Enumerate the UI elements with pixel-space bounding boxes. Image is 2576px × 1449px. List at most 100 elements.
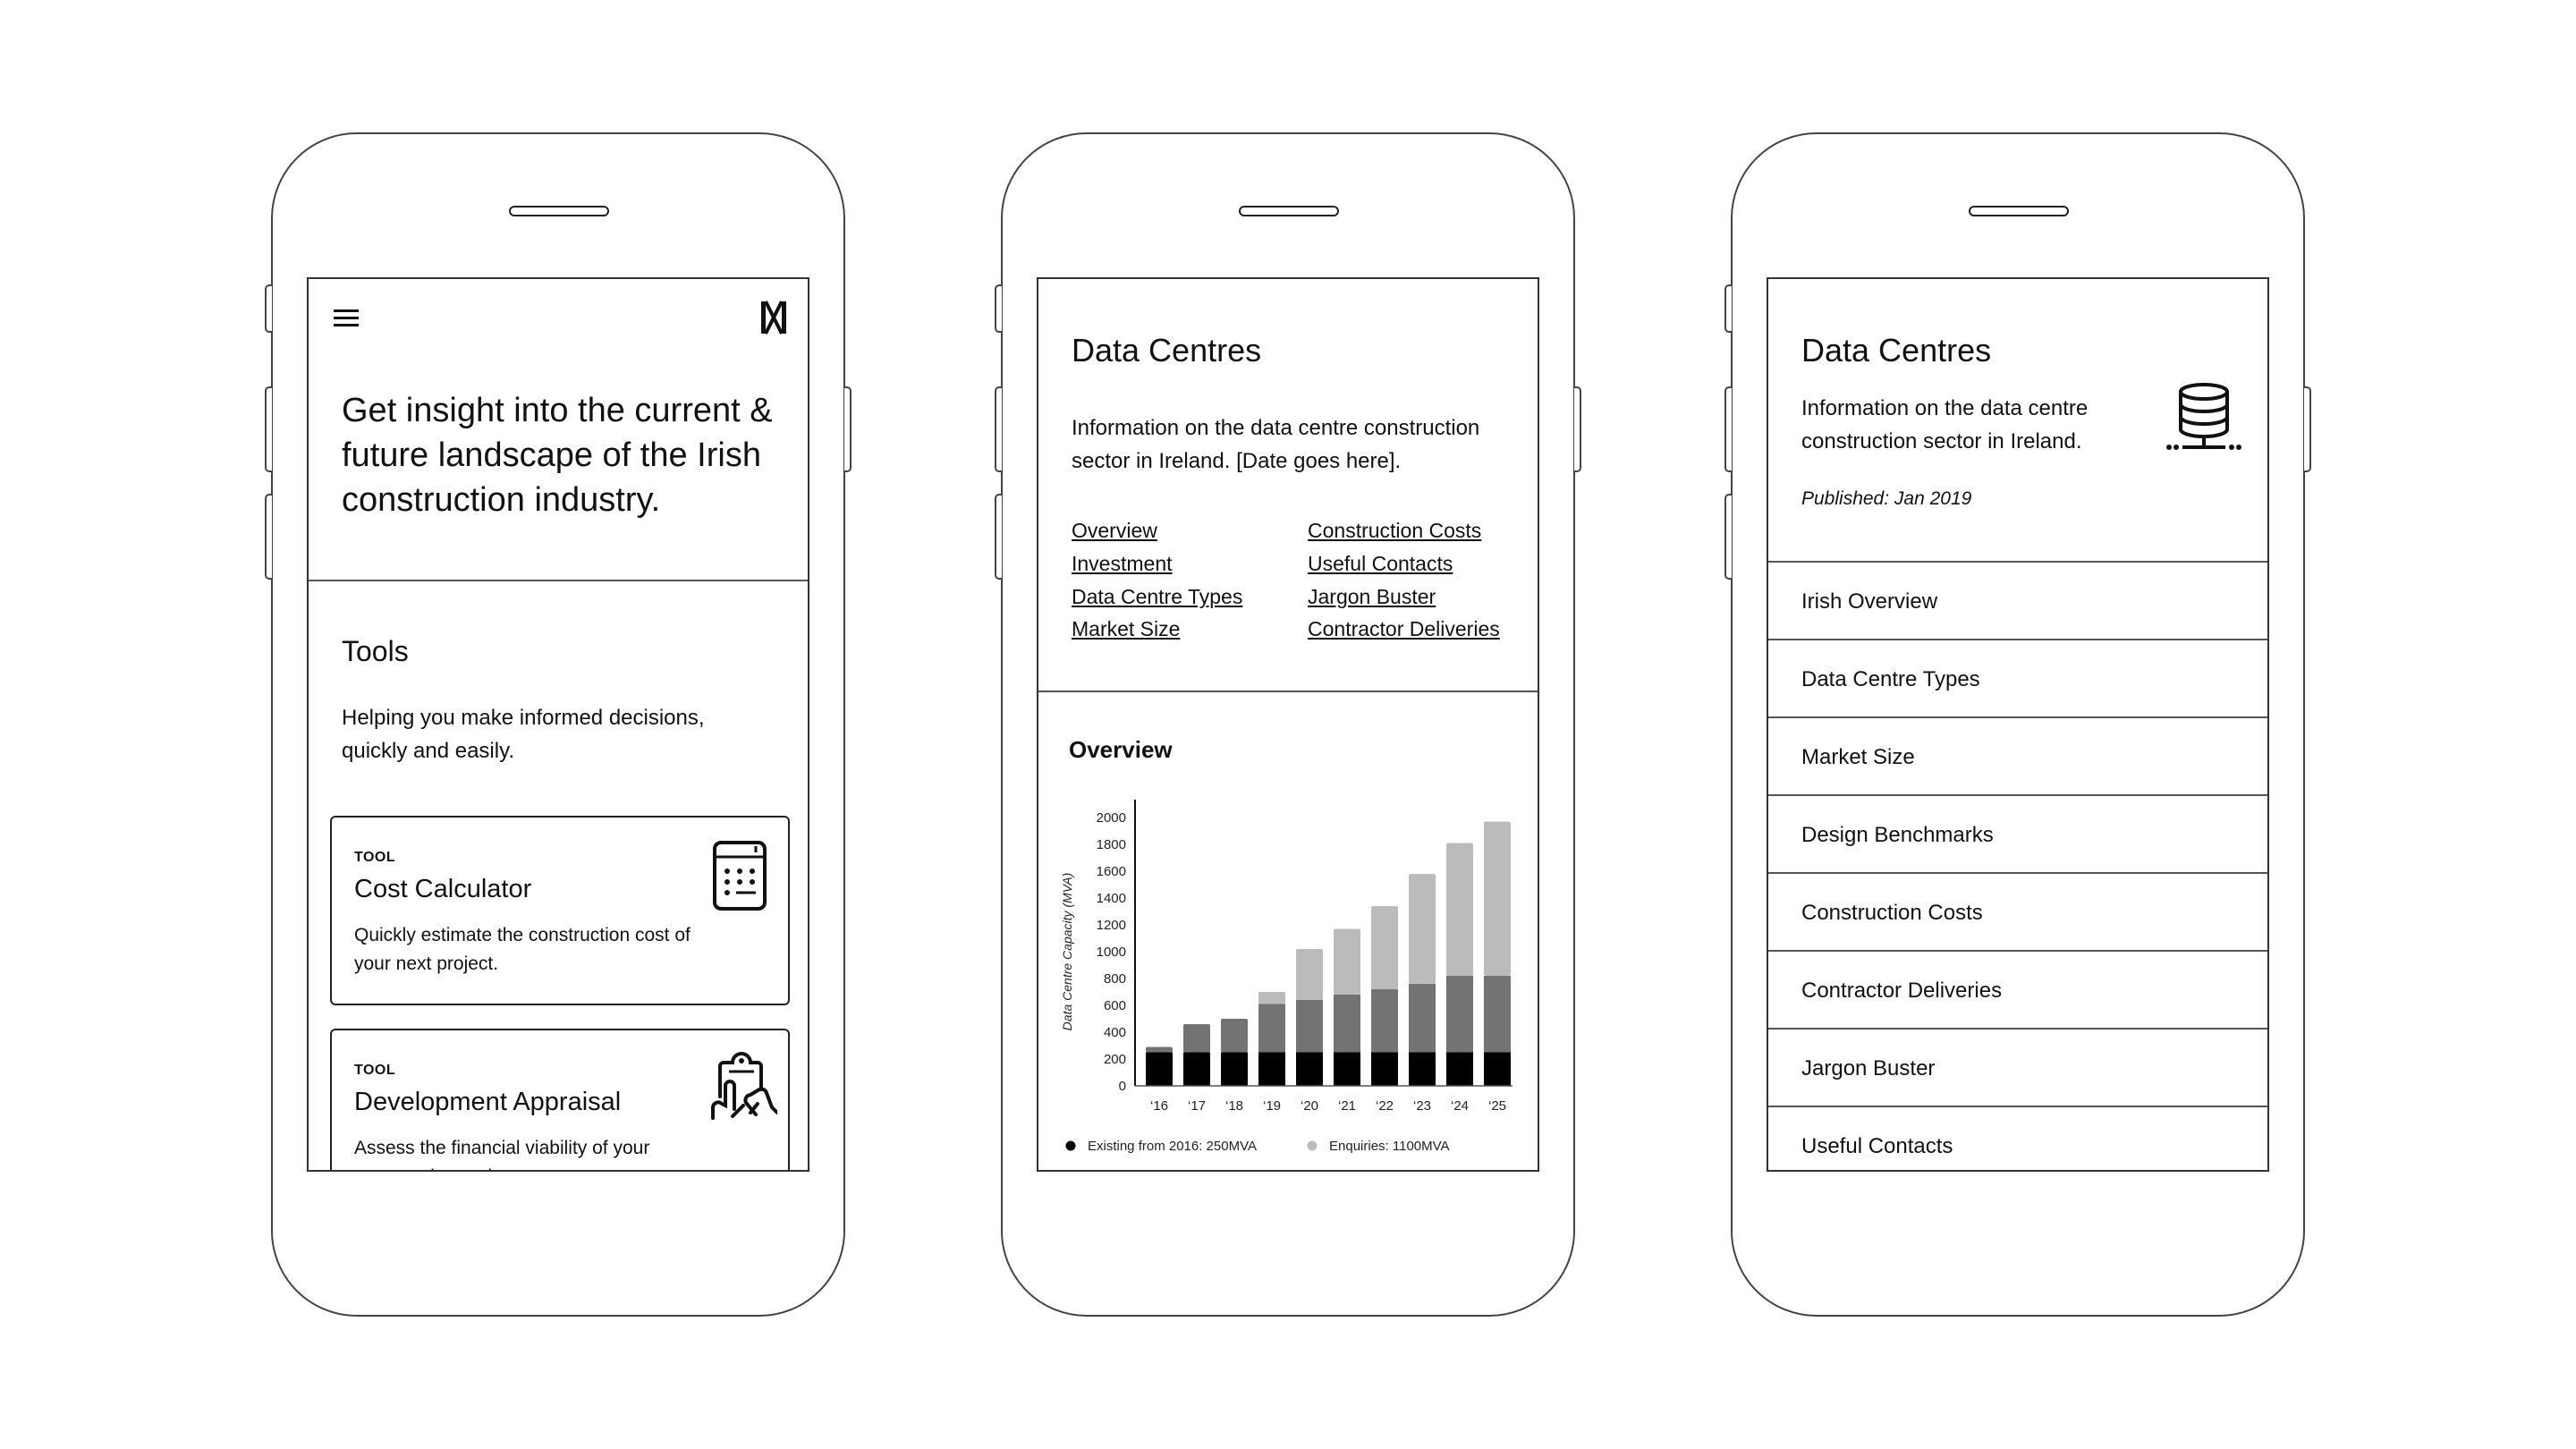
- clipboard-hand-icon: [706, 1050, 779, 1122]
- x-tick-label: ‘20: [1301, 1098, 1318, 1114]
- bar-segment-19-series-0: [1258, 1052, 1285, 1086]
- report-screen: Data Centres Information on the data cen…: [1037, 277, 1539, 1172]
- hamburger-menu-icon[interactable]: [334, 309, 360, 329]
- calculator-icon: [711, 839, 768, 911]
- y-axis-label: Data Centre Capacity (MVA): [1060, 873, 1074, 1031]
- x-tick-label: ‘21: [1338, 1098, 1356, 1114]
- phone-side-button: [844, 386, 852, 472]
- bar-segment-22-series-2: [1371, 906, 1398, 989]
- section-divider: [309, 580, 808, 581]
- bar-segment-23-series-1: [1409, 984, 1436, 1053]
- y-tick-label: 400: [1104, 1025, 1126, 1040]
- phone-side-button: [1724, 284, 1732, 333]
- x-tick-label: ‘25: [1488, 1098, 1506, 1114]
- tools-section-description: Helping you make informed decisions, qui…: [342, 706, 705, 763]
- y-tick-label: 1000: [1097, 945, 1126, 960]
- menu-item-data-centre-types[interactable]: Data Centre Types: [1768, 639, 2267, 716]
- y-tick-label: 1600: [1097, 864, 1126, 879]
- bar-segment-24-series-2: [1446, 843, 1473, 976]
- published-date: Published: Jan 2019: [1801, 488, 1972, 509]
- bar-segment-17-series-0: [1183, 1052, 1210, 1086]
- menu-item-market-size[interactable]: Market Size: [1768, 716, 2267, 794]
- bar-segment-25-series-0: [1484, 1052, 1511, 1086]
- phone-speaker: [1969, 206, 2069, 216]
- x-tick-label: ‘16: [1150, 1098, 1168, 1114]
- bar-segment-21-series-0: [1334, 1052, 1360, 1086]
- phone-side-button: [2304, 386, 2311, 472]
- menu-item-construction-costs[interactable]: Construction Costs: [1768, 872, 2267, 950]
- phone-frame-home: Get insight into the current & future la…: [265, 132, 852, 1317]
- phone-speaker: [1239, 206, 1339, 216]
- x-tick-label: ‘19: [1263, 1098, 1281, 1114]
- phone-side-button: [995, 386, 1002, 472]
- bar-segment-20-series-0: [1296, 1052, 1323, 1086]
- phone-side-button: [265, 386, 272, 472]
- page-title: Data Centres: [1801, 332, 1992, 369]
- tool-card-title: Development Appraisal: [354, 1088, 622, 1116]
- bar-segment-25-series-1: [1484, 976, 1511, 1053]
- y-tick-label: 1200: [1097, 918, 1126, 933]
- bar-segment-18-series-1: [1221, 1019, 1248, 1053]
- y-tick-label: 1800: [1097, 837, 1126, 852]
- tool-card-title: Cost Calculator: [354, 875, 532, 903]
- x-tick-label: ‘17: [1188, 1098, 1206, 1114]
- bar-segment-22-series-1: [1371, 989, 1398, 1053]
- tool-card-eyebrow: TOOL: [354, 850, 396, 865]
- y-tick-label: 800: [1104, 971, 1126, 987]
- menu-item-irish-overview[interactable]: Irish Overview: [1768, 561, 2267, 639]
- phone-side-button: [265, 284, 272, 333]
- bar-segment-16-series-1: [1146, 1046, 1173, 1053]
- bar-segment-20-series-2: [1296, 949, 1323, 1000]
- menu-item-design-benchmarks[interactable]: Design Benchmarks: [1768, 794, 2267, 872]
- legend-swatch: [1065, 1140, 1076, 1151]
- phone-speaker: [509, 206, 609, 216]
- phone-frame-report: Data Centres Information on the data cen…: [995, 132, 1581, 1317]
- bar-segment-25-series-2: [1484, 821, 1511, 976]
- capacity-chart: 0 200 400 600 800 1000 1200 1400 1600 1800 2000 ‘1…: [1060, 800, 1513, 1154]
- x-tick-label: ‘23: [1413, 1098, 1431, 1114]
- hero-headline: Get insight into the current & future la…: [342, 392, 773, 519]
- bar-segment-23-series-0: [1409, 1052, 1436, 1086]
- menu-item-jargon-buster[interactable]: Jargon Buster: [1768, 1028, 2267, 1106]
- phone-frame-report-menu: Data Centres Information on the data cen…: [1724, 132, 2311, 1317]
- report-menu-screen: Data Centres Information on the data cen…: [1767, 277, 2269, 1172]
- menu-item-useful-contacts[interactable]: Useful Contacts: [1768, 1106, 2267, 1170]
- bar-segment-19-series-1: [1258, 1004, 1285, 1053]
- legend-label: Existing from 2016: 250MVA: [1088, 1139, 1257, 1154]
- y-tick-label: 200: [1104, 1052, 1126, 1067]
- bar-segment-21-series-2: [1334, 928, 1360, 995]
- brand-logo-icon[interactable]: [760, 301, 787, 335]
- bar-segment-21-series-1: [1334, 995, 1360, 1053]
- bar-segment-16-series-0: [1146, 1052, 1173, 1086]
- bar-segment-23-series-2: [1409, 874, 1436, 984]
- bar-segment-19-series-2: [1258, 992, 1285, 1004]
- y-tick-label: 0: [1119, 1079, 1126, 1094]
- tool-card-cost-calculator[interactable]: TOOL Cost Calculator Quickly estimate th…: [330, 816, 790, 1005]
- page-description: Information on the data centre construct…: [1801, 396, 2089, 453]
- legend-label: Enquiries: 1100MVA: [1329, 1139, 1450, 1154]
- x-tick-label: ‘24: [1451, 1098, 1469, 1114]
- y-tick-label: 1400: [1097, 891, 1126, 906]
- phone-side-button: [1724, 494, 1732, 580]
- tool-card-description: Assess the financial viability of your c…: [354, 1138, 650, 1170]
- bar-segment-17-series-1: [1183, 1024, 1210, 1053]
- bar-segment-18-series-0: [1221, 1052, 1248, 1086]
- database-network-icon: [2166, 383, 2241, 454]
- tools-section-title: Tools: [342, 635, 409, 667]
- phone-side-button: [265, 494, 272, 580]
- phone-side-button: [1724, 386, 1732, 472]
- bar-segment-20-series-1: [1296, 1000, 1323, 1053]
- y-tick-label: 2000: [1097, 810, 1126, 826]
- phone-side-button: [1574, 386, 1581, 472]
- bar-segment-24-series-1: [1446, 976, 1473, 1053]
- x-tick-label: ‘18: [1225, 1098, 1243, 1114]
- tool-card-description: Quickly estimate the construction cost o…: [354, 925, 691, 974]
- y-tick-label: 600: [1104, 998, 1126, 1013]
- bar-segment-24-series-0: [1446, 1052, 1473, 1086]
- menu-item-contractor-deliveries[interactable]: Contractor Deliveries: [1768, 950, 2267, 1028]
- home-screen: Get insight into the current & future la…: [307, 277, 809, 1172]
- bar-segment-22-series-0: [1371, 1052, 1398, 1086]
- phone-side-button: [995, 494, 1002, 580]
- tool-card-development-appraisal[interactable]: TOOL Development Appraisal Assess the fi…: [330, 1029, 790, 1170]
- x-tick-label: ‘22: [1376, 1098, 1394, 1114]
